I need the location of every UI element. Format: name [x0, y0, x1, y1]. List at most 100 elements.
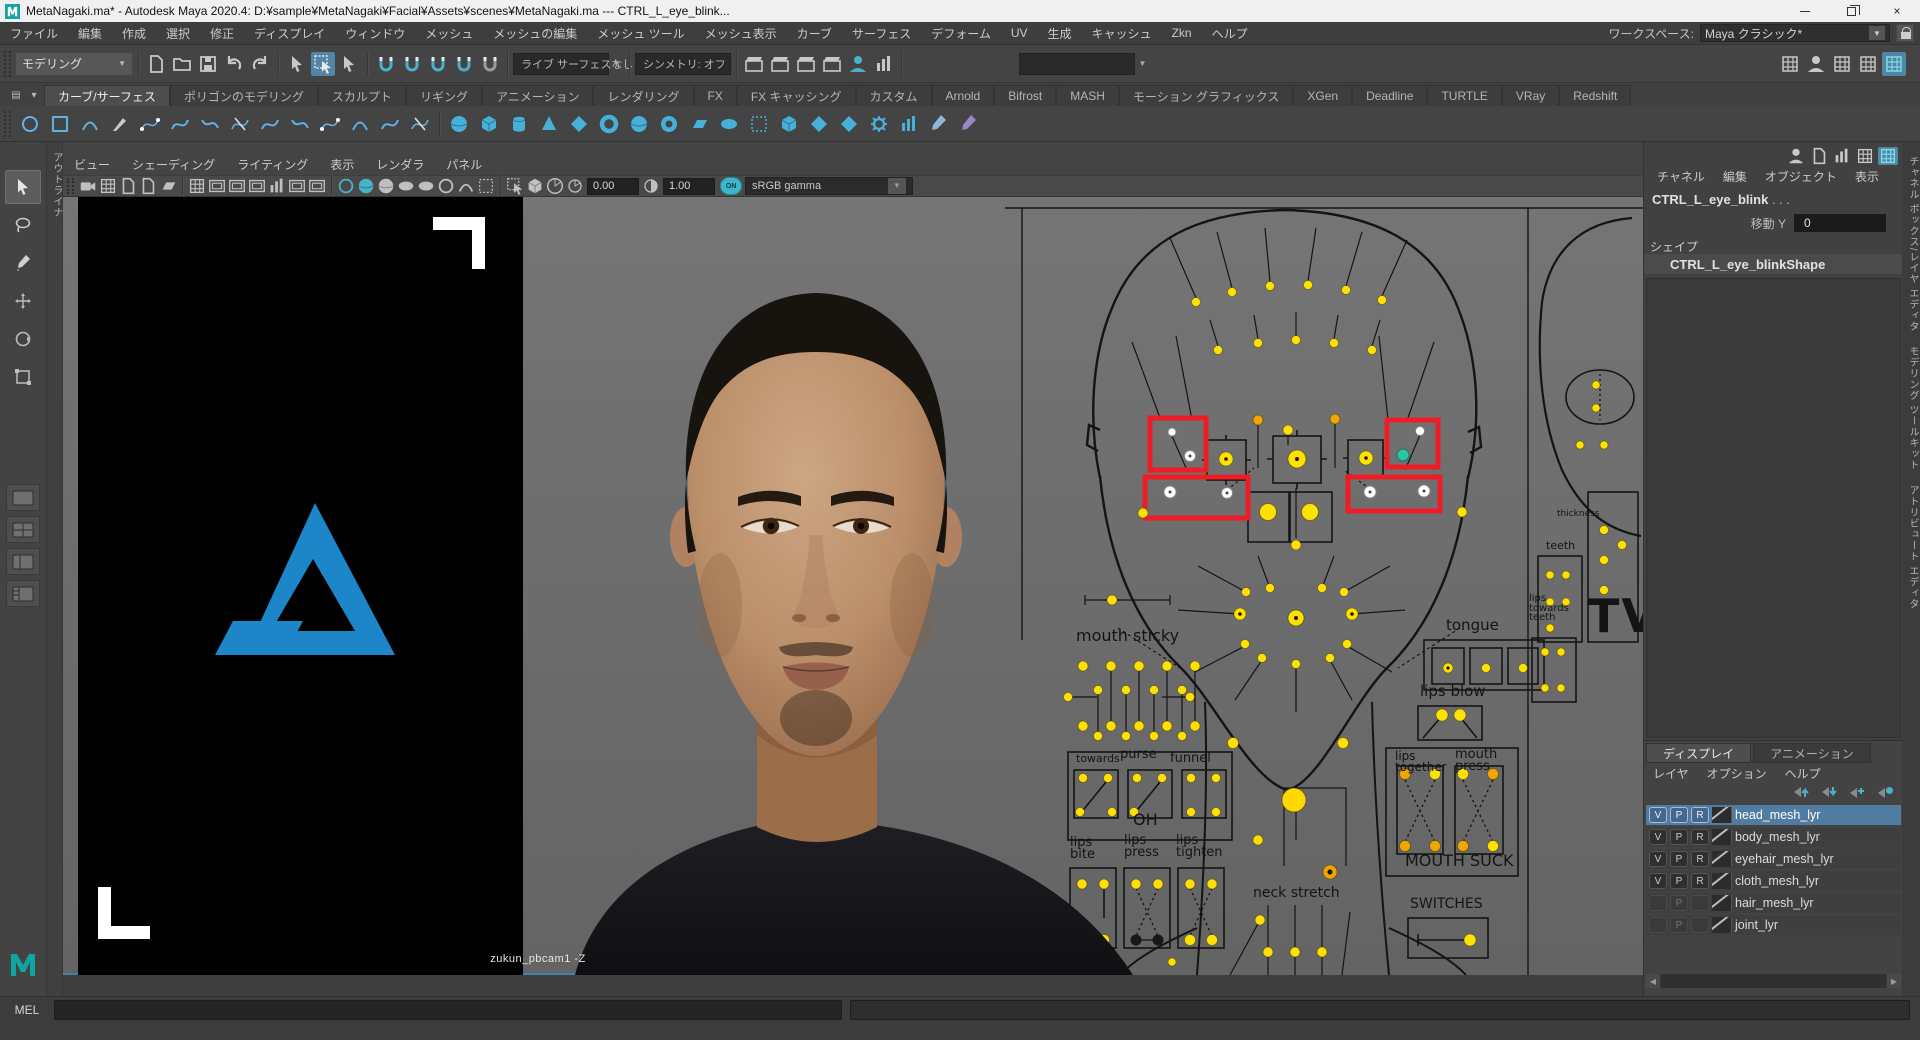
layer-row[interactable]: V P R body_mesh_lyr: [1646, 827, 1901, 847]
shelf-icon[interactable]: [744, 109, 774, 139]
tab-modeling-toolkit[interactable]: モデリング ツールキット: [1905, 346, 1920, 471]
translate-y-label[interactable]: 移動 Y: [1644, 215, 1794, 232]
menu-item[interactable]: 修正: [200, 25, 244, 42]
panel-toolbar-icon[interactable]: [436, 177, 456, 195]
exposure-field[interactable]: 0.00: [587, 178, 639, 195]
shelf-tab[interactable]: Deadline: [1352, 85, 1427, 106]
panel-toolbar-icon[interactable]: [98, 177, 118, 195]
scale-tool-button[interactable]: [5, 360, 41, 394]
tab-channel-box-layer-editor[interactable]: チャネル ボックス/レイヤ エディタ: [1905, 156, 1920, 332]
panel-toolbar-icon[interactable]: [396, 177, 416, 195]
shelf-tab[interactable]: モーション グラフィックス: [1119, 85, 1294, 106]
layer-visible-toggle[interactable]: V: [1649, 829, 1667, 845]
toolbar-grip[interactable]: [67, 178, 74, 194]
layer-playback-toggle[interactable]: P: [1670, 829, 1688, 845]
render-icon[interactable]: [872, 52, 896, 76]
shelf-icon[interactable]: [75, 109, 105, 139]
layer-color-swatch[interactable]: [1712, 829, 1732, 845]
menu-item[interactable]: メッシュ: [415, 25, 483, 42]
status-icon[interactable]: [374, 52, 398, 76]
shelf-icon[interactable]: [165, 109, 195, 139]
layer-row[interactable]: V P R eyehair_mesh_lyr: [1646, 849, 1901, 869]
new-layer-from-selected-icon[interactable]: [1877, 785, 1895, 799]
viewport-canvas[interactable]: mouth sticky towards purse funnel OH lip…: [63, 197, 1643, 975]
shelf-icon[interactable]: [654, 109, 684, 139]
layer-editor-tab[interactable]: アニメーション: [1753, 743, 1871, 763]
panel-toolbar-icon[interactable]: [356, 177, 376, 195]
shelf-icon[interactable]: [924, 109, 954, 139]
layer-reference-toggle[interactable]: [1691, 895, 1709, 911]
shelf-icon[interactable]: [594, 109, 624, 139]
channel-box-header-icon[interactable]: [1855, 147, 1875, 165]
toolbar-grip[interactable]: [4, 51, 11, 77]
panel-toolbar-icon[interactable]: [336, 177, 356, 195]
channel-box-menu-item[interactable]: チャネル: [1648, 168, 1714, 185]
status-icon[interactable]: [452, 52, 476, 76]
panel-menu-item[interactable]: レンダラ: [365, 156, 435, 173]
render-icon[interactable]: [820, 52, 844, 76]
color-management-toggle[interactable]: ON: [720, 177, 742, 195]
maya-logo-icon[interactable]: [9, 952, 37, 978]
shelf-icon[interactable]: [45, 109, 75, 139]
panel-toolbar-icon[interactable]: [118, 177, 138, 195]
shelf-icon[interactable]: [954, 109, 984, 139]
render-icon[interactable]: [768, 52, 792, 76]
channel-box-menu-item[interactable]: オブジェクト: [1756, 168, 1846, 185]
status-icon[interactable]: [478, 52, 502, 76]
layer-reference-toggle[interactable]: [1691, 917, 1709, 933]
menu-item[interactable]: メッシュ ツール: [587, 25, 694, 42]
render-icon[interactable]: [794, 52, 818, 76]
panel-menu-item[interactable]: シェーディング: [121, 156, 226, 173]
shelf-tab[interactable]: カスタム: [856, 85, 932, 106]
chevron-down-icon[interactable]: ▼: [609, 53, 624, 75]
panel-toolbar-icon[interactable]: [307, 177, 327, 195]
shelf-tab[interactable]: TURTLE: [1427, 85, 1501, 106]
channel-box-menu-item[interactable]: 編集: [1714, 168, 1756, 185]
panel-toolbar-icon[interactable]: [227, 177, 247, 195]
status-icon[interactable]: [311, 52, 335, 76]
channel-box-header-icon[interactable]: [1832, 147, 1852, 165]
contrast-icon[interactable]: [641, 177, 661, 195]
panel-toolbar-icon[interactable]: [416, 177, 436, 195]
panel-toolbar-icon[interactable]: [158, 177, 178, 195]
shelf-icon[interactable]: [564, 109, 594, 139]
shape-node-row[interactable]: CTRL_L_eye_blinkShape: [1644, 254, 1902, 274]
layer-visible-toggle[interactable]: V: [1649, 873, 1667, 889]
sidebar-toggle-icon[interactable]: [1778, 52, 1802, 76]
chevron-down-icon[interactable]: ▼: [1135, 53, 1150, 75]
field-entry-dropdown[interactable]: [1019, 53, 1135, 75]
shelf-tab[interactable]: XGen: [1293, 85, 1352, 106]
rotate-tool-button[interactable]: [5, 322, 41, 356]
shelf-tab[interactable]: カーブ/サーフェス: [44, 85, 170, 106]
shelf-icon[interactable]: [534, 109, 564, 139]
menu-set-dropdown[interactable]: モデリング ▼: [15, 52, 133, 76]
shelf-tab[interactable]: ポリゴンのモデリング: [170, 85, 318, 106]
shelf-icon[interactable]: [714, 109, 744, 139]
status-icon[interactable]: [144, 52, 168, 76]
layer-row[interactable]: V P R cloth_mesh_lyr: [1646, 871, 1901, 891]
panel-toolbar-icon[interactable]: [267, 177, 287, 195]
menu-item[interactable]: メッシュの編集: [483, 25, 587, 42]
shelf-tab[interactable]: Bifrost: [994, 85, 1056, 106]
shelf-icon[interactable]: [474, 109, 504, 139]
panel-toolbar-icon[interactable]: [78, 177, 98, 195]
sidebar-toggle-icon[interactable]: [1882, 52, 1906, 76]
separator[interactable]: [629, 50, 630, 78]
exposure-icon[interactable]: [565, 177, 585, 195]
layer-color-swatch[interactable]: [1712, 807, 1732, 823]
camera-view-pane[interactable]: [78, 197, 523, 975]
shelf-icon[interactable]: [804, 109, 834, 139]
live-surface-field[interactable]: ライブ サーフェスなし: [513, 53, 609, 75]
layer-color-swatch[interactable]: [1712, 851, 1732, 867]
panel-toolbar-icon[interactable]: [525, 177, 545, 195]
separator[interactable]: [901, 50, 902, 78]
layer-playback-toggle[interactable]: P: [1670, 873, 1688, 889]
menu-item[interactable]: 編集: [68, 25, 112, 42]
layout-outliner-persp-button[interactable]: [6, 580, 40, 607]
shelf-tab[interactable]: MASH: [1056, 85, 1119, 106]
eye-blink-active-control-dot[interactable]: [1397, 449, 1409, 461]
menu-item[interactable]: ウィンドウ: [335, 25, 415, 42]
workspace-lock-icon[interactable]: [1896, 24, 1914, 42]
move-tool-button[interactable]: [5, 284, 41, 318]
channel-box-node-name[interactable]: CTRL_L_eye_blink . . .: [1652, 192, 1790, 207]
